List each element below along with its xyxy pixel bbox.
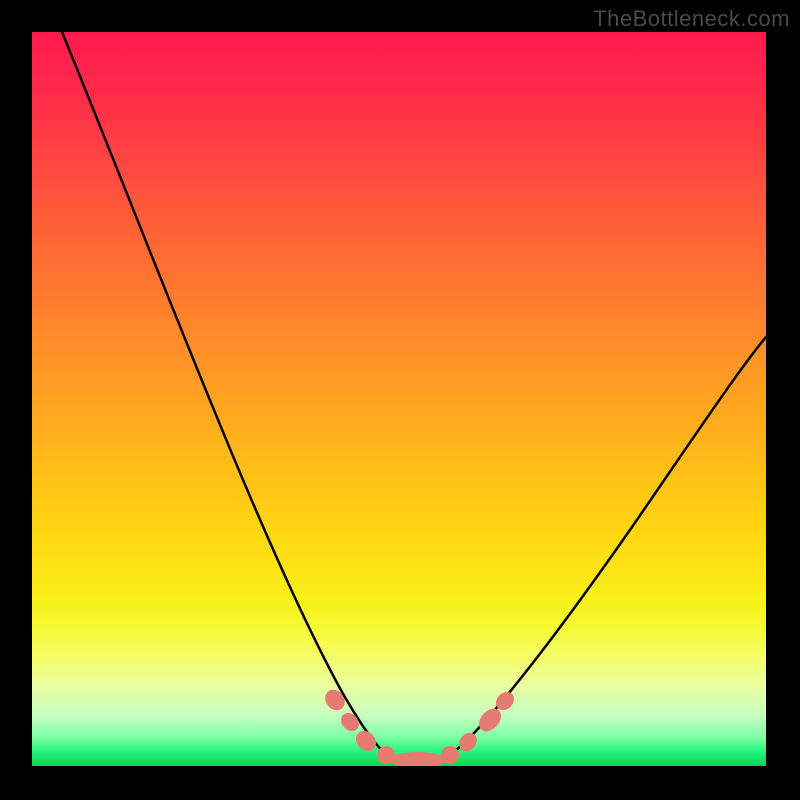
valley-marker	[321, 686, 349, 714]
chart-frame: TheBottleneck.com	[0, 0, 800, 800]
valley-marker	[390, 752, 446, 766]
bottleneck-curve	[32, 32, 766, 766]
watermark-text: TheBottleneck.com	[593, 6, 790, 32]
valley-markers	[321, 686, 518, 766]
curve-right-branch	[450, 337, 766, 755]
curve-left-branch	[62, 32, 387, 755]
plot-area	[32, 32, 766, 766]
valley-marker	[441, 746, 459, 764]
valley-marker	[455, 729, 480, 755]
